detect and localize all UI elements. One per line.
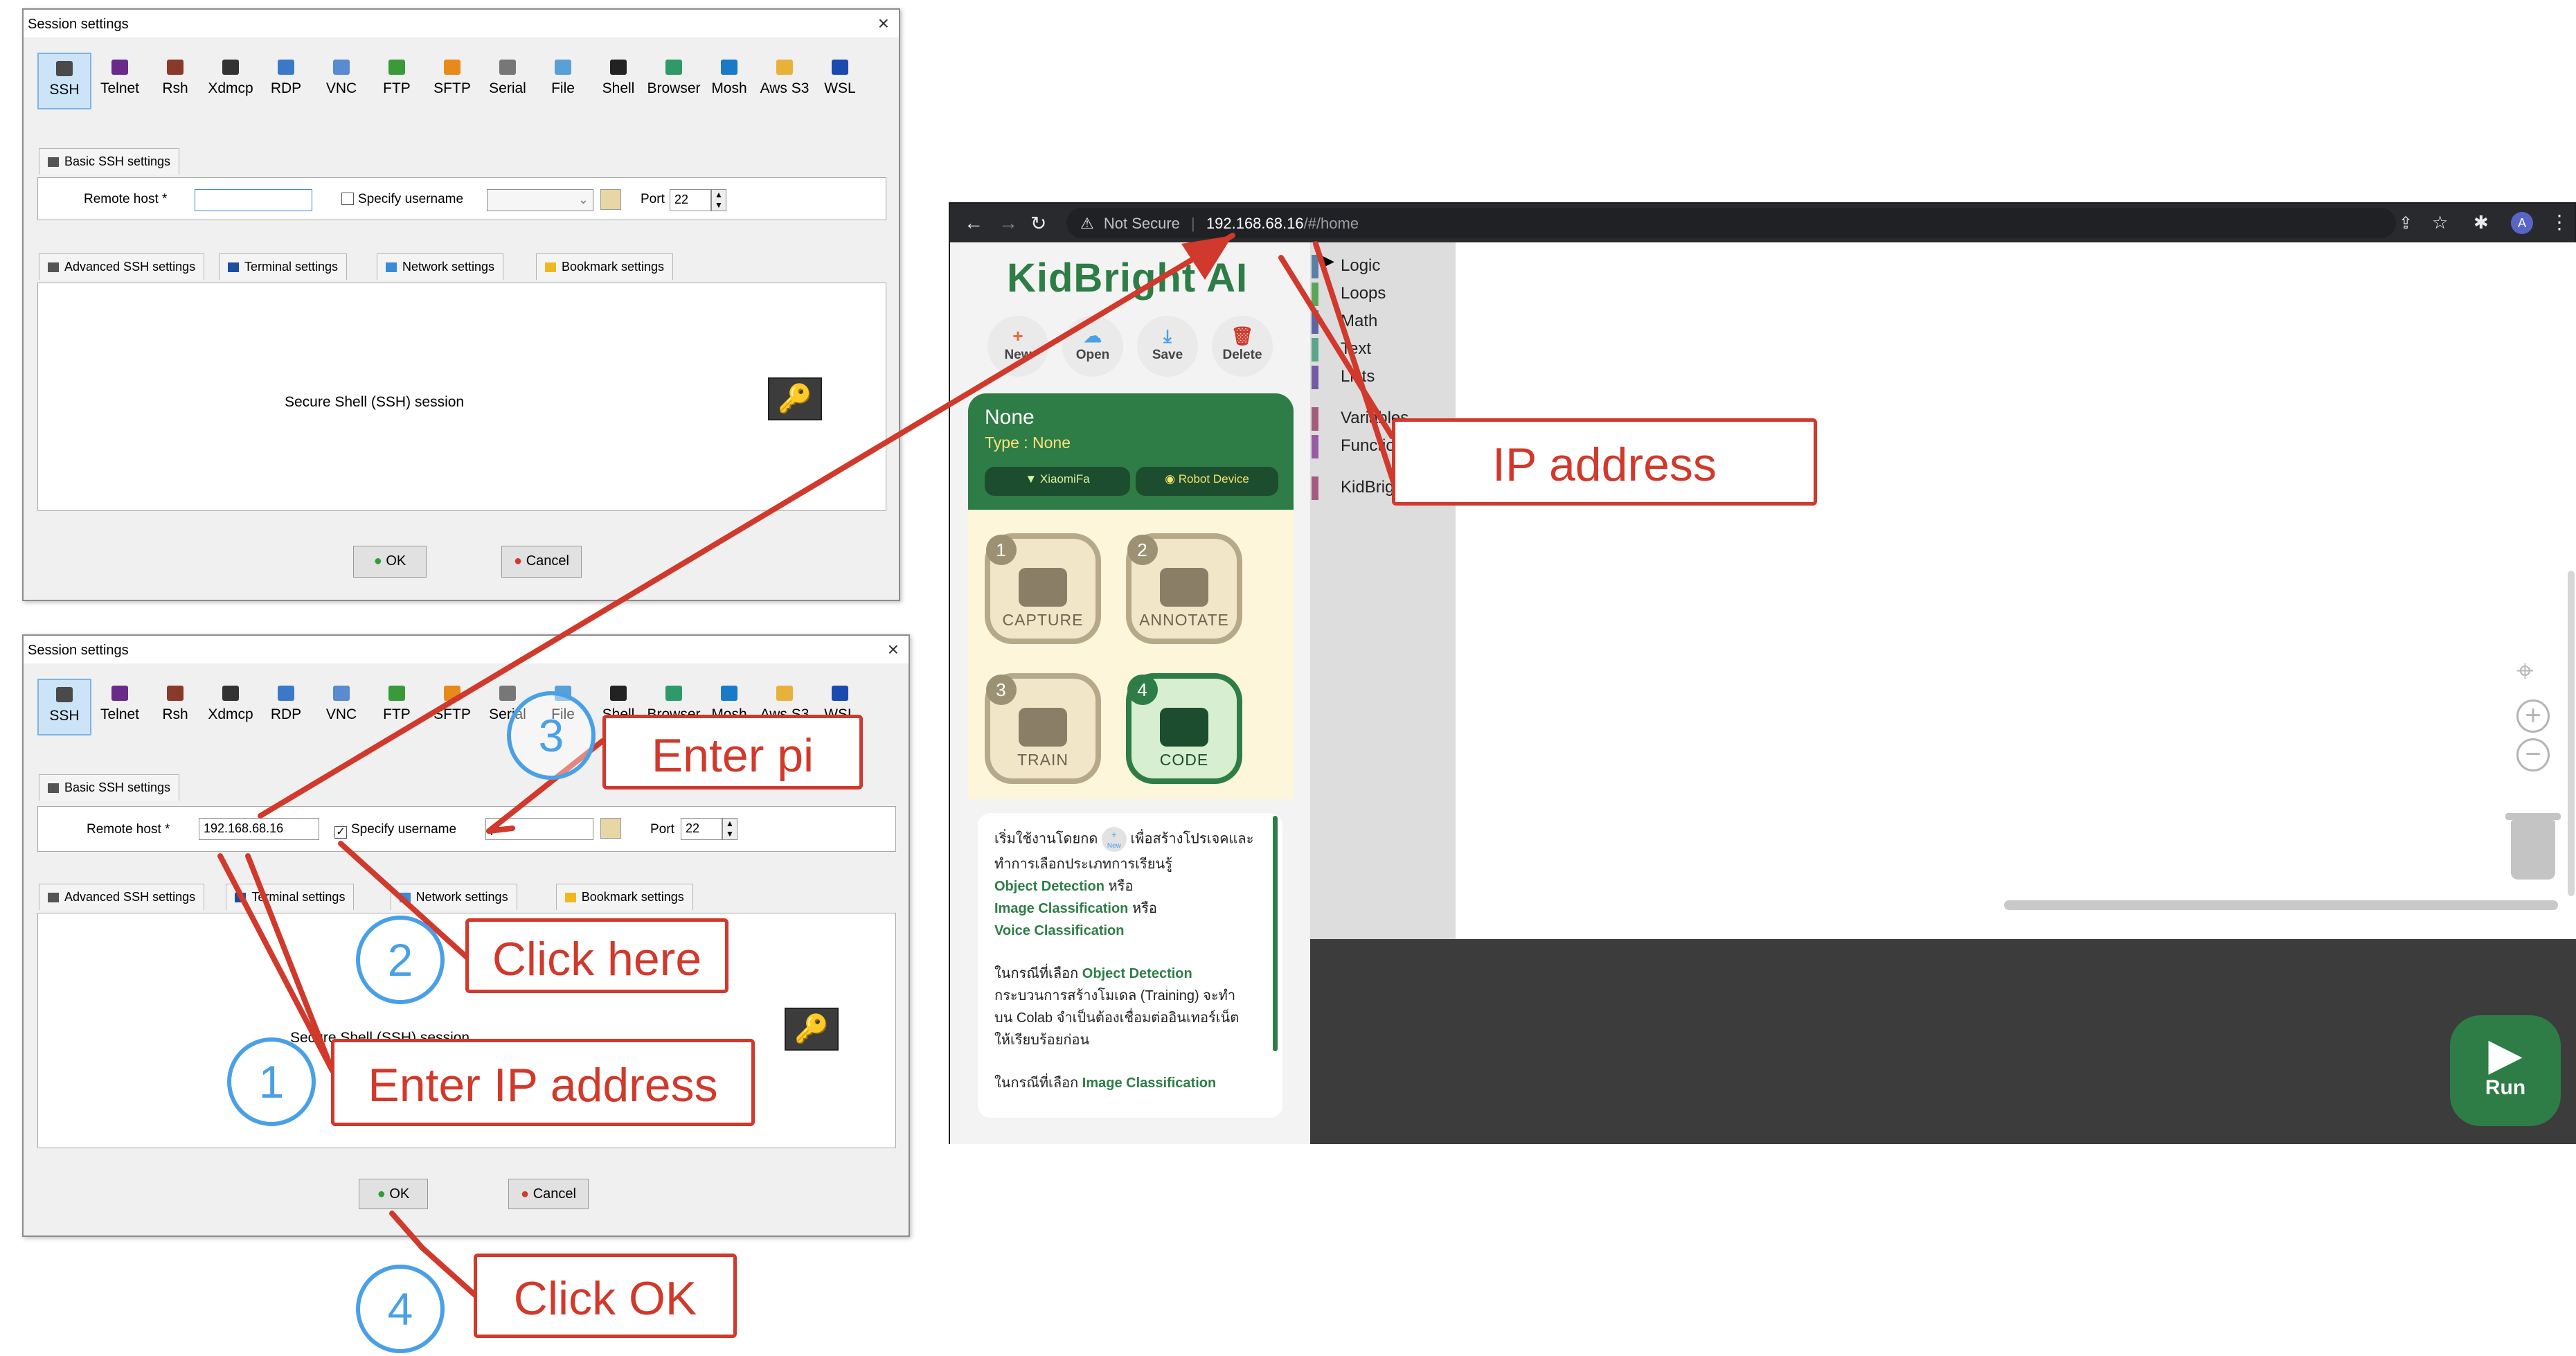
annotation-arrows <box>217 233 1402 1298</box>
step-4-marker: 4 <box>356 1265 445 1353</box>
step-1-marker: 1 <box>227 1037 316 1126</box>
enter-ip-callout: Enter IP address <box>331 1039 755 1126</box>
step-2-marker: 2 <box>356 916 445 1004</box>
ip-address-callout: IP address <box>1392 418 1817 506</box>
ip-label-arrow <box>1313 241 1402 501</box>
click-ok-callout: Click OK <box>474 1254 737 1338</box>
step-3-marker: 3 <box>507 691 596 780</box>
click-here-callout: Click here <box>465 918 728 993</box>
enter-pi-callout: Enter pi <box>602 715 863 789</box>
ok-arrow-2 <box>389 1211 425 1251</box>
